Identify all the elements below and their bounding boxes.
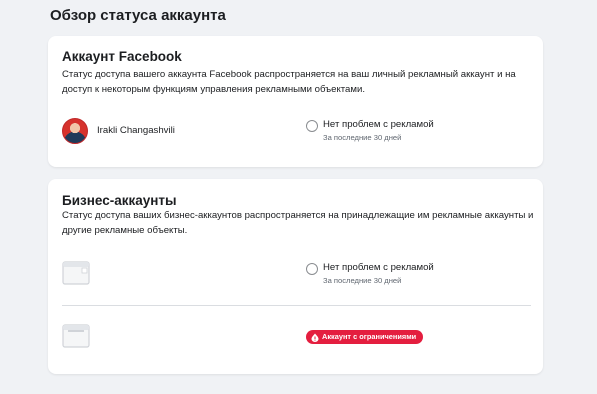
status-radio-icon — [306, 263, 318, 275]
facebook-section-title: Аккаунт Facebook — [62, 49, 182, 64]
restricted-account-badge[interactable]: Аккаунт с ограничениями — [306, 330, 424, 344]
business-account-icon[interactable] — [62, 261, 90, 285]
status-label: Нет проблем с рекламой — [323, 262, 434, 273]
divider — [62, 305, 531, 306]
business-section-description: Статус доступа ваших бизнес-аккаунтов ра… — [62, 210, 534, 236]
status-label: Нет проблем с рекламой — [323, 119, 434, 130]
facebook-account-card: Аккаунт Facebook Статус доступа вашего а… — [48, 36, 543, 167]
status-radio-icon — [306, 120, 318, 132]
avatar[interactable] — [62, 118, 88, 144]
page-title: Обзор статуса аккаунта — [50, 7, 226, 24]
facebook-section-description: Статус доступа вашего аккаунта Facebook … — [62, 69, 516, 95]
status-period: За последние 30 дней — [323, 133, 402, 142]
badge-label: Аккаунт с ограничениями — [322, 332, 417, 341]
status-period: За последние 30 дней — [323, 276, 402, 285]
business-section-title: Бизнес-аккаунты — [62, 193, 177, 208]
user-name[interactable]: Irakli Changashvili — [97, 125, 175, 136]
business-account-icon[interactable] — [62, 324, 90, 348]
warning-icon — [311, 333, 319, 342]
business-accounts-card: Бизнес-аккаунты Статус доступа ваших биз… — [48, 179, 543, 374]
